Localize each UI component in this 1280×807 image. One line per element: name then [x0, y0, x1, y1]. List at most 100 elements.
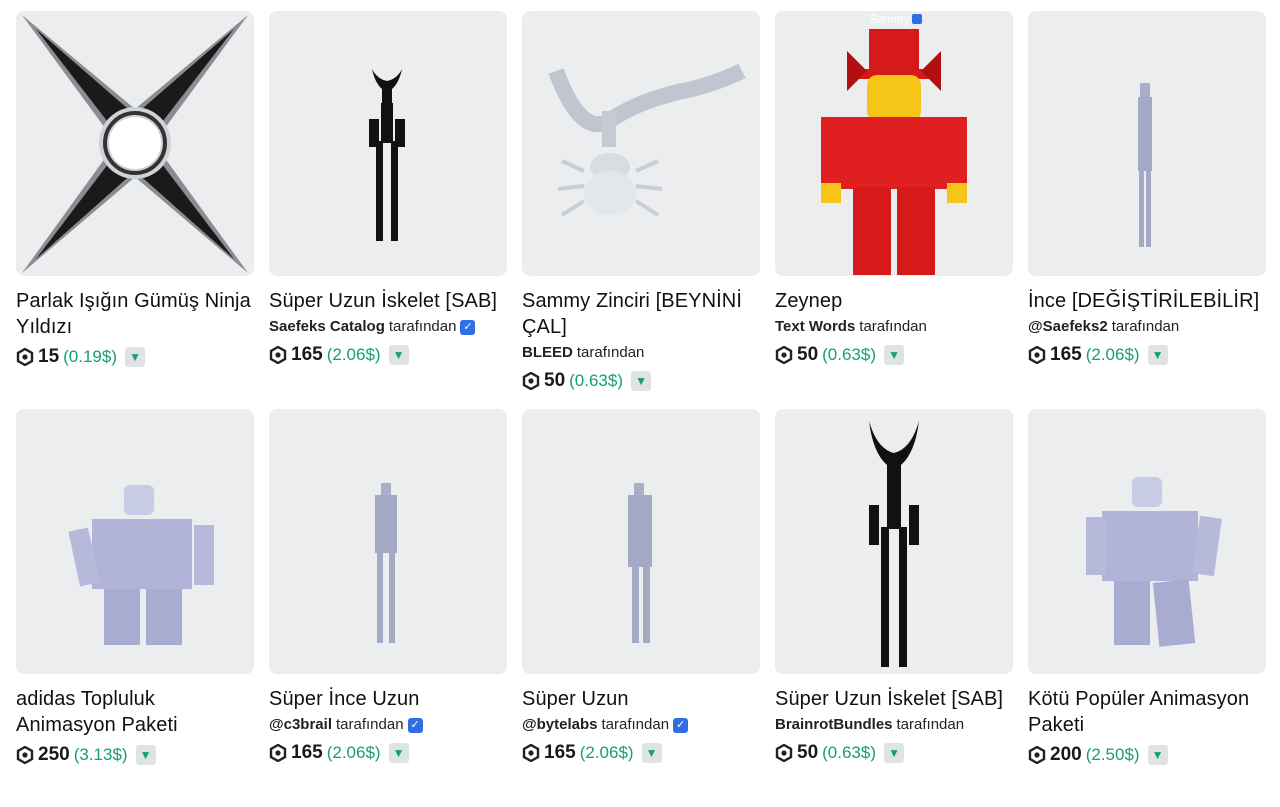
item-creator[interactable]: BrainrotBundles tarafından	[775, 714, 1013, 736]
item-thumbnail[interactable]	[16, 409, 254, 674]
item-thumbnail[interactable]	[522, 11, 760, 276]
robux-icon	[775, 346, 793, 364]
creator-suffix: tarafından	[601, 716, 670, 733]
owner-overlay-name: Sammy	[869, 12, 910, 26]
thin-tall-figure-icon	[375, 483, 397, 643]
catalog-item[interactable]: Süper Uzun @bytelabs tarafından ✓ 165 (2…	[522, 409, 760, 807]
item-price: 50 (0.63$) ▼	[775, 342, 1013, 368]
verified-badge-icon: ✓	[673, 717, 689, 733]
item-title[interactable]: Kötü Popüler Animasyon Paketi	[1028, 686, 1266, 738]
usd-price: (2.06$)	[326, 345, 381, 364]
creator-suffix: tarafından	[336, 716, 404, 733]
creator-name[interactable]: @bytelabs	[522, 714, 597, 736]
horned-skeleton-icon	[869, 421, 919, 667]
item-creator[interactable]: @Saefeks2 tarafından	[1028, 316, 1266, 338]
catalog-item[interactable]: Sammy Zeynep Text Words tarafından 50 (0…	[775, 11, 1013, 409]
item-title[interactable]: Süper Uzun İskelet [SAB]	[775, 686, 1013, 712]
robux-icon	[1028, 746, 1046, 764]
robux-icon	[522, 744, 540, 762]
creator-name[interactable]: Text Words	[775, 316, 855, 338]
usd-price: (0.63$)	[822, 743, 877, 762]
creator-name[interactable]: @c3brail	[269, 714, 332, 736]
robux-icon	[16, 348, 34, 366]
item-thumbnail[interactable]	[269, 409, 507, 674]
catalog-grid: Parlak Işığın Gümüş Ninja Yıldızı 15 (0.…	[16, 11, 1266, 807]
item-creator[interactable]: BLEED tarafından	[522, 342, 760, 364]
item-thumbnail[interactable]	[1028, 11, 1266, 276]
catalog-item[interactable]: Süper İnce Uzun @c3brail tarafından ✓ 16…	[269, 409, 507, 807]
chevron-down-icon[interactable]: ▼	[631, 371, 652, 391]
creator-name[interactable]: Saefeks Catalog	[269, 316, 385, 338]
chevron-down-icon[interactable]: ▼	[135, 745, 156, 765]
tall-figure-icon	[628, 483, 652, 643]
usd-price: (0.19$)	[63, 347, 118, 366]
item-price: 250 (3.13$) ▼	[16, 742, 254, 768]
item-title[interactable]: İnce [DEĞİŞTİRİLEBİLİR]	[1028, 288, 1266, 314]
item-price: 165 (2.06$) ▼	[1028, 342, 1266, 368]
item-thumbnail[interactable]	[522, 409, 760, 674]
robux-amount: 165	[544, 742, 576, 763]
catalog-item[interactable]: Sammy Zinciri [BEYNİNİ ÇAL] BLEED tarafı…	[522, 11, 760, 409]
item-title[interactable]: Parlak Işığın Gümüş Ninja Yıldızı	[16, 288, 254, 340]
catalog-item[interactable]: İnce [DEĞİŞTİRİLEBİLİR] @Saefeks2 tarafı…	[1028, 11, 1266, 409]
creator-name[interactable]: @Saefeks2	[1028, 316, 1108, 338]
item-price: 50 (0.63$) ▼	[522, 368, 760, 394]
robux-amount: 50	[544, 370, 566, 391]
item-price: 165 (2.06$) ▼	[269, 740, 507, 766]
item-creator[interactable]: Saefeks Catalog tarafından ✓	[269, 316, 507, 338]
usd-price: (3.13$)	[73, 745, 128, 764]
catalog-item[interactable]: Süper Uzun İskelet [SAB] BrainrotBundles…	[775, 409, 1013, 807]
robux-icon	[1028, 346, 1046, 364]
robux-icon	[522, 372, 540, 390]
avatar-walk-icon	[1086, 477, 1222, 647]
chevron-down-icon[interactable]: ▼	[641, 743, 662, 763]
item-price: 15 (0.19$) ▼	[16, 344, 254, 370]
item-title[interactable]: Zeynep	[775, 288, 1013, 314]
creator-suffix: tarafından	[896, 716, 965, 733]
creator-suffix: tarafından	[1111, 318, 1180, 335]
chevron-down-icon[interactable]: ▼	[884, 743, 905, 763]
robux-amount: 50	[797, 344, 819, 365]
item-creator[interactable]: @bytelabs tarafından ✓	[522, 714, 760, 736]
item-title[interactable]: Sammy Zinciri [BEYNİNİ ÇAL]	[522, 288, 760, 340]
robux-amount: 165	[291, 344, 323, 365]
catalog-item[interactable]: Kötü Popüler Animasyon Paketi 200 (2.50$…	[1028, 409, 1266, 807]
usd-price: (0.63$)	[822, 345, 877, 364]
catalog-item[interactable]: adidas Topluluk Animasyon Paketi 250 (3.…	[16, 409, 254, 807]
chevron-down-icon[interactable]: ▼	[388, 743, 409, 763]
robux-amount: 165	[291, 742, 323, 763]
item-thumbnail[interactable]	[269, 11, 507, 276]
creator-suffix: tarafından	[576, 344, 645, 361]
robux-amount: 15	[38, 346, 60, 367]
item-thumbnail[interactable]	[775, 409, 1013, 674]
ninja-star-icon	[22, 15, 248, 273]
item-creator[interactable]: Text Words tarafından	[775, 316, 1013, 338]
chevron-down-icon[interactable]: ▼	[884, 345, 905, 365]
creator-name[interactable]: BrainrotBundles	[775, 714, 893, 736]
chevron-down-icon[interactable]: ▼	[125, 347, 146, 367]
item-title[interactable]: Süper Uzun	[522, 686, 760, 712]
avatar-pose-icon	[68, 485, 214, 645]
robux-icon	[269, 346, 287, 364]
catalog-item[interactable]: Parlak Işığın Gümüş Ninja Yıldızı 15 (0.…	[16, 11, 254, 409]
item-thumbnail[interactable]	[16, 11, 254, 276]
chevron-down-icon[interactable]: ▼	[1147, 745, 1168, 765]
robux-amount: 250	[38, 744, 70, 765]
item-title[interactable]: adidas Topluluk Animasyon Paketi	[16, 686, 254, 738]
owner-overlay: Sammy	[869, 12, 922, 26]
item-thumbnail[interactable]	[1028, 409, 1266, 674]
chevron-down-icon[interactable]: ▼	[388, 345, 409, 365]
usd-price: (2.06$)	[326, 743, 381, 762]
robux-amount: 200	[1050, 744, 1082, 765]
item-creator[interactable]: @c3brail tarafından ✓	[269, 714, 507, 736]
creator-suffix: tarafından	[859, 318, 927, 335]
creator-name[interactable]: BLEED	[522, 342, 573, 364]
robux-icon	[775, 744, 793, 762]
catalog-item[interactable]: Süper Uzun İskelet [SAB] Saefeks Catalog…	[269, 11, 507, 409]
item-thumbnail[interactable]: Sammy	[775, 11, 1013, 276]
chevron-down-icon[interactable]: ▼	[1147, 345, 1168, 365]
item-title[interactable]: Süper İnce Uzun	[269, 686, 507, 712]
tall-skeleton-icon	[369, 69, 405, 241]
item-title[interactable]: Süper Uzun İskelet [SAB]	[269, 288, 507, 314]
robux-icon	[16, 746, 34, 764]
